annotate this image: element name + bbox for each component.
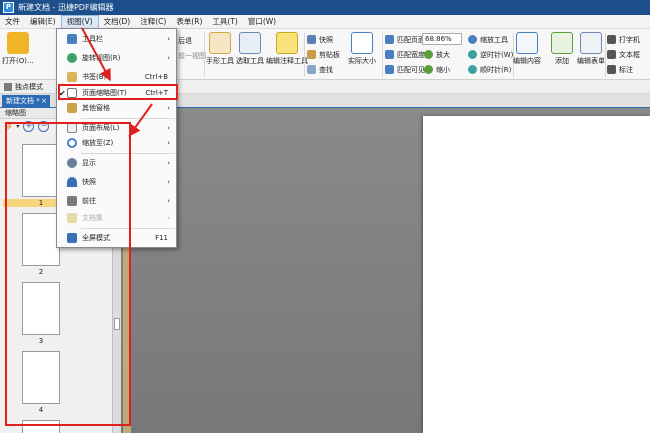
app-logo-icon: P bbox=[3, 2, 14, 13]
clipboard-button[interactable]: 剪贴板 bbox=[307, 49, 340, 60]
annot-tool-button[interactable]: 编辑注释工具 bbox=[266, 32, 308, 66]
arrow-to-menu-item bbox=[81, 27, 111, 82]
close-icon[interactable]: × bbox=[41, 95, 47, 108]
form-icon bbox=[580, 32, 602, 54]
thumbnail-page[interactable] bbox=[22, 420, 60, 433]
textbox-button[interactable]: 文本框 bbox=[607, 49, 640, 60]
rotate-left-icon bbox=[468, 50, 477, 59]
watermark: Bai 经验 jingyan.baidu.com bbox=[533, 383, 632, 419]
submenu-arrow-icon: › bbox=[167, 178, 170, 186]
menu-edit[interactable]: 编辑(E) bbox=[25, 15, 61, 29]
menu-item-fullscreen[interactable]: 全屏模式 F11 bbox=[57, 231, 176, 245]
folder-icon bbox=[6, 32, 29, 54]
submenu-arrow-icon: › bbox=[167, 139, 170, 147]
fit-width-button[interactable]: 匹配宽度 bbox=[385, 49, 425, 60]
text-cursor-icon bbox=[239, 32, 261, 54]
camera-icon bbox=[307, 35, 316, 44]
add-page-icon bbox=[551, 32, 573, 54]
thumbnail-label: 4 bbox=[38, 406, 44, 414]
menu-item-document-set[interactable]: 文档集 › bbox=[57, 211, 176, 225]
plus-icon bbox=[424, 50, 433, 59]
window-title: 新建文档 - 迅捷PDF编辑器 bbox=[18, 3, 114, 12]
tab-new-document[interactable]: 新建文档 * × bbox=[2, 95, 50, 108]
fit-visible-icon bbox=[385, 65, 394, 74]
actual-size-button[interactable]: 实际大小 bbox=[348, 32, 376, 66]
fullscreen-icon bbox=[67, 233, 77, 243]
callout-button[interactable]: 标注 bbox=[607, 64, 633, 75]
select-tool-button[interactable]: 选取工具 bbox=[236, 32, 264, 66]
edit-content-icon bbox=[516, 32, 538, 54]
callout-icon bbox=[607, 65, 616, 74]
thumbnail-label: 3 bbox=[38, 337, 44, 345]
zoom-out-thumb-icon[interactable]: − bbox=[38, 121, 50, 132]
clipboard-icon bbox=[307, 50, 316, 59]
typewriter-icon bbox=[607, 35, 616, 44]
single-mode-label[interactable]: 独点模式 bbox=[15, 82, 43, 92]
menu-separator bbox=[81, 153, 175, 154]
submenu-arrow-icon: › bbox=[167, 197, 170, 205]
menu-item-snapshot[interactable]: 快照 › bbox=[57, 175, 176, 189]
thumbnail-page[interactable] bbox=[22, 351, 60, 404]
thumbnail-page[interactable] bbox=[22, 213, 60, 266]
zoom-tool-button[interactable]: 缩放工具 bbox=[468, 34, 508, 45]
magnifier-icon bbox=[468, 35, 477, 44]
typewriter-button[interactable]: 打字机 bbox=[607, 34, 640, 45]
submenu-arrow-icon: › bbox=[167, 159, 170, 167]
arrow-to-panel bbox=[128, 103, 153, 137]
textbox-icon bbox=[607, 50, 616, 59]
rotate-right-icon bbox=[468, 65, 477, 74]
page-1to1-icon bbox=[351, 32, 373, 54]
fit-page-button[interactable]: 匹配页面 bbox=[385, 34, 425, 45]
fit-page-icon bbox=[385, 35, 394, 44]
submenu-arrow-icon: › bbox=[167, 214, 170, 222]
edit-content-button[interactable]: 编辑内容 bbox=[513, 32, 541, 66]
annotation-arrows bbox=[81, 27, 153, 137]
zoom-in-thumb-icon[interactable]: + bbox=[23, 121, 35, 132]
mode-icon bbox=[4, 82, 12, 91]
menu-file[interactable]: 文件 bbox=[0, 15, 25, 29]
add-button[interactable]: 添加 bbox=[551, 32, 573, 66]
goto-icon bbox=[67, 196, 77, 206]
zoom-out-button[interactable]: 缩小 bbox=[424, 64, 450, 75]
rotate-ccw-button[interactable]: 逆时针(W) bbox=[468, 49, 513, 60]
hand-icon bbox=[209, 32, 231, 54]
search-icon bbox=[307, 65, 316, 74]
rotate-cw-button[interactable]: 顺时针(R) bbox=[468, 64, 511, 75]
hand-tool-button[interactable]: 手形工具 bbox=[206, 32, 234, 66]
menu-item-goto[interactable]: 前往 › bbox=[57, 194, 176, 208]
edit-form-button[interactable]: 编辑表单 bbox=[577, 32, 605, 66]
zoom-in-button[interactable]: 放大 bbox=[424, 49, 450, 60]
document-set-icon bbox=[67, 213, 77, 223]
eye-icon bbox=[67, 158, 77, 168]
fit-visible-button[interactable]: 匹配可见 bbox=[385, 64, 425, 75]
open-button[interactable]: 打开(O)... bbox=[2, 32, 34, 66]
menu-window[interactable]: 窗口(W) bbox=[243, 15, 281, 29]
zoom-input[interactable]: 68.86% bbox=[422, 33, 462, 45]
snapshot-button[interactable]: 快照 bbox=[307, 34, 333, 45]
chevron-down-icon[interactable]: ▾ bbox=[16, 123, 19, 130]
fit-width-icon bbox=[385, 50, 394, 59]
menu-item-display[interactable]: 显示 › bbox=[57, 156, 176, 170]
minus-icon bbox=[424, 65, 433, 74]
menu-tools[interactable]: 工具(T) bbox=[207, 15, 242, 29]
find-button[interactable]: 查找 bbox=[307, 64, 333, 75]
note-icon bbox=[276, 32, 298, 54]
gear-icon[interactable]: ✲ bbox=[4, 121, 12, 132]
splitter-grip[interactable] bbox=[114, 318, 120, 330]
thumbnail-page[interactable] bbox=[22, 282, 60, 335]
menu-separator bbox=[81, 228, 175, 229]
thumbnail-page[interactable] bbox=[22, 144, 60, 197]
title-bar: P 新建文档 - 迅捷PDF编辑器 bbox=[0, 0, 650, 15]
thumbnail-label: 2 bbox=[38, 268, 44, 276]
magnet-icon bbox=[67, 177, 77, 187]
